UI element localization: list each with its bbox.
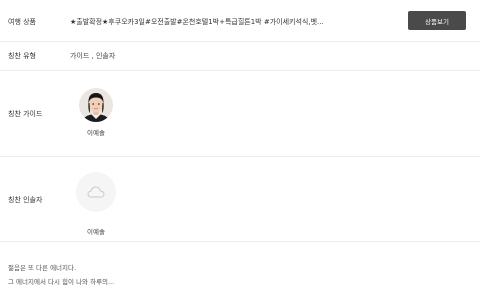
review-line-1: 젊음은 또 다른 에너지다.	[8, 264, 77, 272]
compliment-type-label: 칭찬 유형	[8, 52, 36, 60]
guide-label: 칭찬 가이드	[8, 110, 43, 118]
product-row: 여행 상품 ★출발확정★후쿠오카3일#오전출발#온천호텔1박+특급힐튼1박 #가…	[0, 0, 480, 42]
cloud-icon	[87, 183, 105, 202]
guide-row: 칭찬 가이드 이예솔	[0, 70, 480, 157]
guide-photo	[79, 88, 113, 122]
escort-row: 칭찬 인솔자 이예솔	[0, 156, 480, 242]
escort-name: 이예솔	[87, 228, 105, 236]
review-line-2: 그 에너지에서 다시 힘이 나와 하루의...	[8, 278, 115, 286]
product-title: ★출발확정★후쿠오카3일#오전출발#온천호텔1박+특급힐튼1박 #가이세키석식,…	[70, 18, 324, 26]
product-label: 여행 상품	[8, 18, 36, 26]
compliment-type-row: 칭찬 유형 가이드 , 인솔자	[0, 41, 480, 71]
view-product-button[interactable]: 상품보기	[408, 11, 466, 30]
escort-label: 칭찬 인솔자	[8, 196, 43, 204]
avatar-placeholder	[76, 172, 116, 212]
compliment-type-value: 가이드 , 인솔자	[70, 52, 116, 60]
avatar	[79, 88, 113, 122]
compliment-detail: 여행 상품 ★출발확정★후쿠오카3일#오전출발#온천호텔1박+특급힐튼1박 #가…	[0, 0, 480, 286]
guide-name: 이예솔	[87, 129, 105, 137]
guide-profile[interactable]: 이예솔	[78, 88, 114, 137]
escort-profile[interactable]: 이예솔	[74, 172, 118, 236]
